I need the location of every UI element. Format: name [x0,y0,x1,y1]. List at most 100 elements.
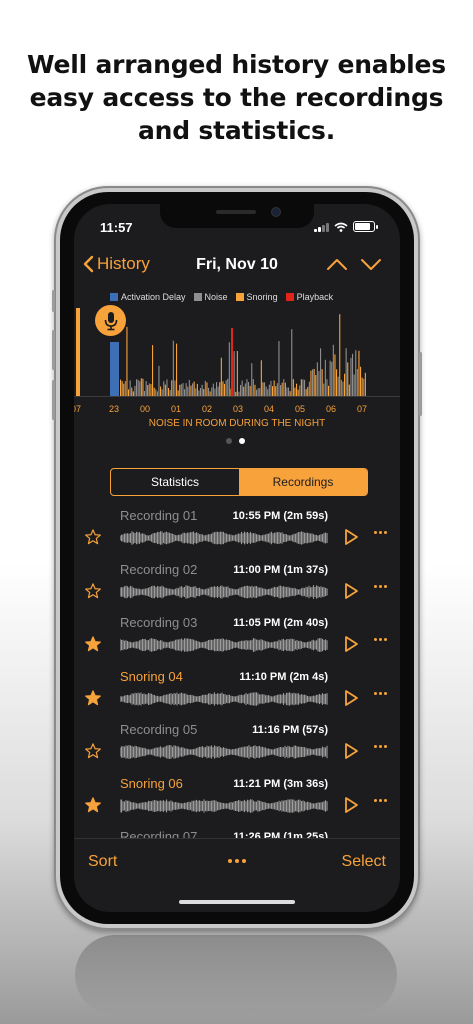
chart-bar [120,379,122,396]
recordings-list[interactable]: Recording 01 10:55 PM (2m 59s) Recording 0… [74,504,400,842]
chart-bar [268,384,270,396]
chart-bar [244,383,246,396]
chart-bar [121,381,123,396]
chart-bar [292,379,294,396]
play-icon[interactable] [342,582,360,600]
recording-waveform[interactable] [120,530,328,546]
select-button[interactable]: Select [342,853,386,871]
recording-time: 10:55 PM (2m 59s) [232,510,328,522]
chart-bar [345,348,347,396]
recording-row[interactable]: Recording 03 11:05 PM (2m 40s) [74,611,400,665]
chart-bar [134,385,136,396]
chart-bar [195,388,197,396]
chart-bar [281,382,283,396]
recording-waveform[interactable] [120,691,328,707]
recording-row[interactable]: Recording 01 10:55 PM (2m 59s) [74,504,400,558]
recording-time: 11:16 PM (57s) [252,724,328,736]
more-options-icon[interactable] [374,531,387,534]
chart-bar [323,383,325,396]
playback-bar [231,328,233,396]
chart-bar [278,341,280,396]
nav-bar: History Fri, Nov 10 [74,254,400,280]
chart-bar [280,385,282,396]
next-day-button[interactable] [360,256,382,277]
chart-bar [353,374,355,396]
star-filled-icon[interactable] [84,635,102,653]
back-button[interactable]: History [82,254,150,274]
page-dot-1[interactable] [226,438,232,444]
chart-bar [276,383,278,396]
chart-bar [361,377,363,396]
recording-name: Recording 02 [120,561,198,577]
chart-bar [310,370,312,396]
previous-day-button[interactable] [326,256,348,277]
recording-time: 11:00 PM (1m 37s) [233,563,328,576]
more-button[interactable] [228,859,246,863]
recording-waveform[interactable] [120,744,328,760]
chart-bar [156,391,158,396]
chart-bar [216,382,218,396]
chart-bar [161,389,163,396]
page-dot-2[interactable] [239,438,245,444]
chart-bar [166,379,168,396]
x-tick-label: 04 [264,404,274,414]
chart-bar [299,385,301,396]
chart-bar [240,384,242,396]
chart-bar [340,380,342,396]
tab-recordings[interactable]: Recordings [239,469,367,495]
more-options-icon[interactable] [374,691,387,695]
chart-bar [267,389,269,396]
recording-row[interactable]: Recording 02 11:00 PM (1m 37s) [74,558,400,612]
legend-label: Snoring [246,292,278,302]
chart-bar [304,379,306,396]
page-indicator[interactable] [226,438,245,444]
chart-bar [196,383,198,396]
recording-row[interactable]: Snoring 06 11:21 PM (3m 36s) [74,772,400,826]
chart-bar [337,376,339,396]
recording-waveform[interactable] [120,798,328,814]
chart-bar [182,383,184,396]
chart-bar [339,314,341,396]
chart-bar [174,380,176,396]
day-navigation [326,256,382,277]
chart-bar [136,379,138,396]
chart-bar [307,386,309,396]
recording-name: Recording 03 [120,615,198,630]
chart-bar [129,380,131,396]
chart-bar [126,326,128,396]
star-outline-icon[interactable] [84,742,102,760]
play-icon[interactable] [342,528,360,546]
star-outline-icon[interactable] [84,582,102,600]
more-options-icon[interactable] [374,584,387,588]
chevron-down-icon [361,259,381,270]
recording-row[interactable]: Snoring 04 11:10 PM (2m 4s) [74,665,400,719]
play-icon[interactable] [342,689,360,707]
more-options-icon[interactable] [374,798,387,802]
recording-waveform[interactable] [120,584,328,600]
microphone-button[interactable] [95,305,126,336]
star-outline-icon[interactable] [84,528,102,546]
status-icons [314,221,378,232]
chart-bar [144,391,146,396]
play-icon[interactable] [342,635,360,653]
sort-button[interactable]: Sort [88,853,117,871]
legend-swatch [110,293,118,301]
legend-label: Playback [296,292,334,302]
recording-time: 11:05 PM (2m 40s) [233,617,328,629]
play-icon[interactable] [342,742,360,760]
star-filled-icon[interactable] [84,796,102,814]
more-options-icon[interactable] [374,745,387,748]
chart-bar [289,391,291,396]
tab-statistics[interactable]: Statistics [111,469,239,495]
recording-row[interactable]: Recording 05 11:16 PM (57s) [74,718,400,772]
star-filled-icon[interactable] [84,689,102,707]
chart-bar [203,389,205,396]
chart-bar [193,381,195,396]
recording-waveform[interactable] [120,637,328,653]
chart-bar [300,379,302,396]
play-icon[interactable] [342,796,360,814]
chart-bar [123,383,125,396]
chart-bar [168,387,170,396]
mute-switch [52,290,55,312]
more-options-icon[interactable] [374,638,387,641]
